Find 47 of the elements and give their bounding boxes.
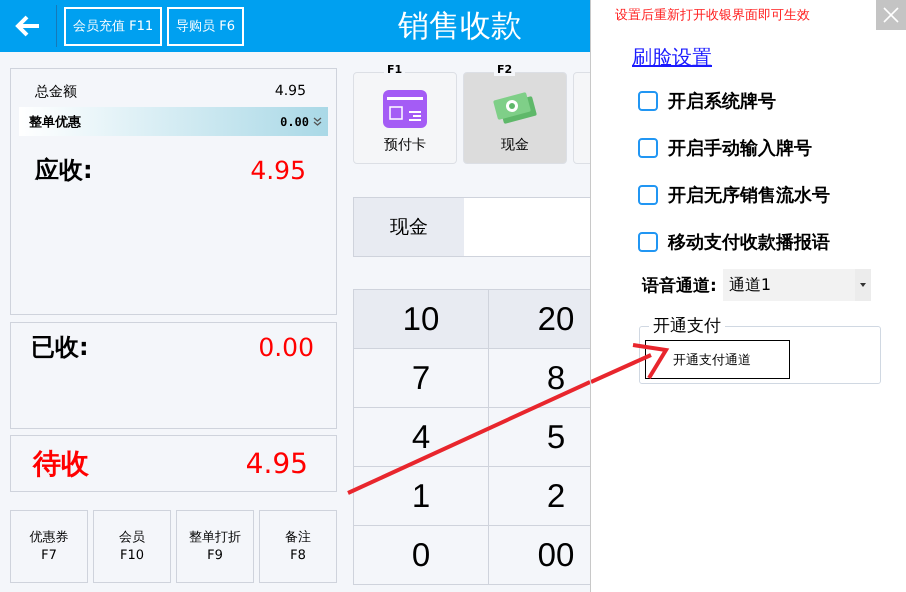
received-value: 0.00 — [258, 332, 314, 362]
discount-value: 0.00 — [280, 114, 309, 128]
function-button[interactable]: 优惠券 F7 — [10, 510, 88, 583]
dropdown-arrow-icon — [860, 283, 866, 287]
checkbox-label: 移动支付收款播报语 — [668, 231, 830, 254]
keypad-key[interactable]: 20 — [489, 290, 590, 349]
amount-label: 现金 — [354, 198, 464, 256]
double-chevron-icon — [313, 116, 322, 126]
keypad-key[interactable]: 0 — [354, 526, 489, 585]
total-value: 4.95 — [274, 83, 306, 101]
keypad-key[interactable]: 1 — [354, 467, 489, 526]
keypad-key[interactable]: 4 — [354, 408, 489, 467]
back-arrow-icon — [15, 15, 41, 37]
checkbox-label: 开启手动输入牌号 — [668, 137, 812, 160]
function-button[interactable]: 整单打折 F9 — [176, 510, 254, 583]
shortcut-key-label: F1 — [384, 63, 406, 76]
checkbox-label: 开启无序销售流水号 — [668, 184, 830, 207]
checkbox[interactable] — [638, 138, 658, 158]
open-payment-button[interactable]: 开通支付通道 — [645, 340, 790, 379]
notice-text: 设置后重新打开收银界面即可生效 — [615, 7, 810, 24]
payment-card[interactable]: 现金 — [463, 72, 567, 164]
shortcut-key-label: F2 — [494, 63, 516, 76]
payment-card[interactable]: 预付卡 — [353, 72, 457, 164]
keypad-key[interactable]: 7 — [354, 349, 489, 408]
discount-label: 整单优惠 — [29, 114, 81, 130]
checkbox[interactable] — [638, 232, 658, 252]
close-button[interactable] — [876, 0, 906, 30]
function-button[interactable]: 备注 F8 — [259, 510, 337, 583]
checkbox[interactable] — [638, 185, 658, 205]
pending-label: 待收 — [33, 446, 89, 482]
voice-channel-dropdown[interactable]: 通道1 — [722, 269, 871, 301]
prepaid-card-icon — [383, 90, 427, 128]
close-icon — [883, 7, 899, 23]
receivable-value: 4.95 — [250, 156, 306, 184]
voice-channel-label: 语音通道: — [642, 274, 717, 296]
face-settings-link[interactable]: 刷脸设置 — [632, 44, 712, 71]
page-title: 销售收款 — [398, 7, 522, 46]
pending-value: 4.95 — [246, 447, 308, 480]
total-label: 总金额 — [35, 83, 77, 101]
checkbox-label: 开启系统牌号 — [668, 90, 776, 113]
receivable-label: 应收: — [35, 155, 93, 186]
amount-input-field[interactable] — [464, 198, 590, 256]
keypad-key[interactable]: 10 — [354, 290, 489, 349]
function-button[interactable]: 会员 F10 — [93, 510, 171, 583]
discount-bar[interactable]: 整单优惠 0.00 — [19, 107, 328, 136]
checkbox[interactable] — [638, 91, 658, 111]
received-label: 已收: — [31, 332, 89, 363]
